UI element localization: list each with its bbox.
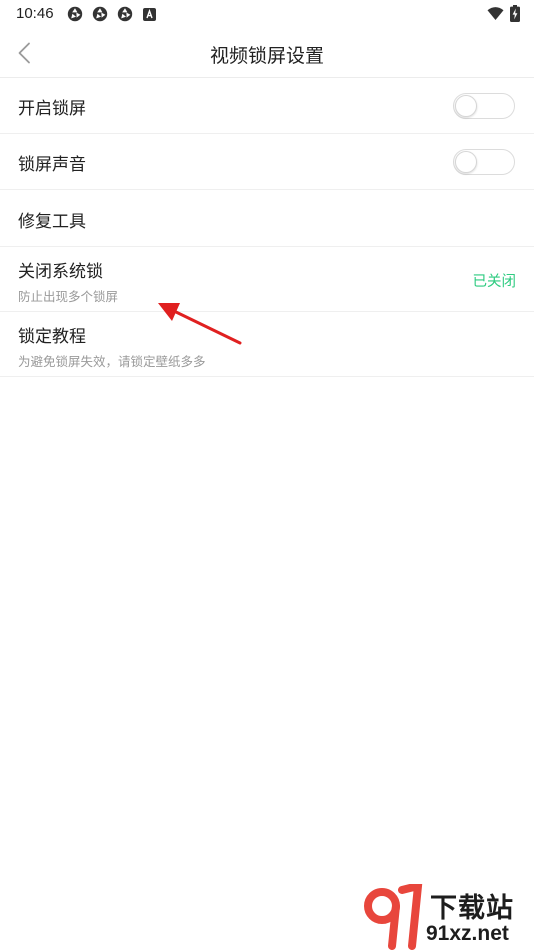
setting-subtitle: 为避免锁屏失效，请锁定壁纸多多 bbox=[18, 354, 206, 369]
toggle-knob bbox=[455, 151, 477, 173]
lockscreen-sound-row[interactable]: 锁屏声音 bbox=[0, 134, 534, 190]
setting-title: 关闭系统锁 bbox=[18, 262, 103, 282]
setting-title: 开启锁屏 bbox=[18, 99, 86, 119]
app-a-icon bbox=[143, 8, 156, 21]
system-icons bbox=[487, 5, 520, 22]
watermark-logo-icon bbox=[364, 884, 423, 950]
aperture-icon bbox=[92, 6, 108, 22]
aperture-icon bbox=[117, 6, 133, 22]
wifi-icon bbox=[487, 7, 504, 20]
setting-title: 锁定教程 bbox=[18, 327, 86, 347]
status-label: 已关闭 bbox=[472, 274, 517, 290]
disable-system-lock-row[interactable]: 关闭系统锁 防止出现多个锁屏 已关闭 bbox=[0, 247, 534, 312]
watermark: 下载站 91xz.net bbox=[362, 884, 534, 950]
setting-subtitle: 防止出现多个锁屏 bbox=[18, 289, 119, 304]
enable-lockscreen-row[interactable]: 开启锁屏 bbox=[0, 78, 534, 134]
page-title: 视频锁屏设置 bbox=[209, 45, 324, 67]
enable-lockscreen-toggle[interactable] bbox=[453, 93, 515, 119]
setting-title: 修复工具 bbox=[18, 212, 86, 232]
settings-list: 开启锁屏 锁屏声音 修复工具 关闭系统锁 防止出现多个锁屏 已关闭 锁定教程 为… bbox=[0, 78, 534, 377]
aperture-icon bbox=[67, 6, 83, 22]
lock-tutorial-row[interactable]: 锁定教程 为避免锁屏失效，请锁定壁纸多多 bbox=[0, 312, 534, 377]
repair-tool-row[interactable]: 修复工具 bbox=[0, 190, 534, 247]
battery-charging-icon bbox=[510, 5, 520, 22]
status-time: 10:46 bbox=[16, 5, 54, 22]
watermark-domain: 91xz.net bbox=[426, 922, 509, 945]
toggle-knob bbox=[455, 95, 477, 117]
annotation-arrow-icon bbox=[158, 303, 242, 345]
setting-title: 锁屏声音 bbox=[18, 155, 86, 175]
status-bar: 10:46 bbox=[0, 0, 534, 28]
app-bar: 视频锁屏设置 bbox=[0, 28, 534, 78]
lockscreen-sound-toggle[interactable] bbox=[453, 149, 515, 175]
watermark-brand: 下载站 bbox=[430, 893, 514, 924]
